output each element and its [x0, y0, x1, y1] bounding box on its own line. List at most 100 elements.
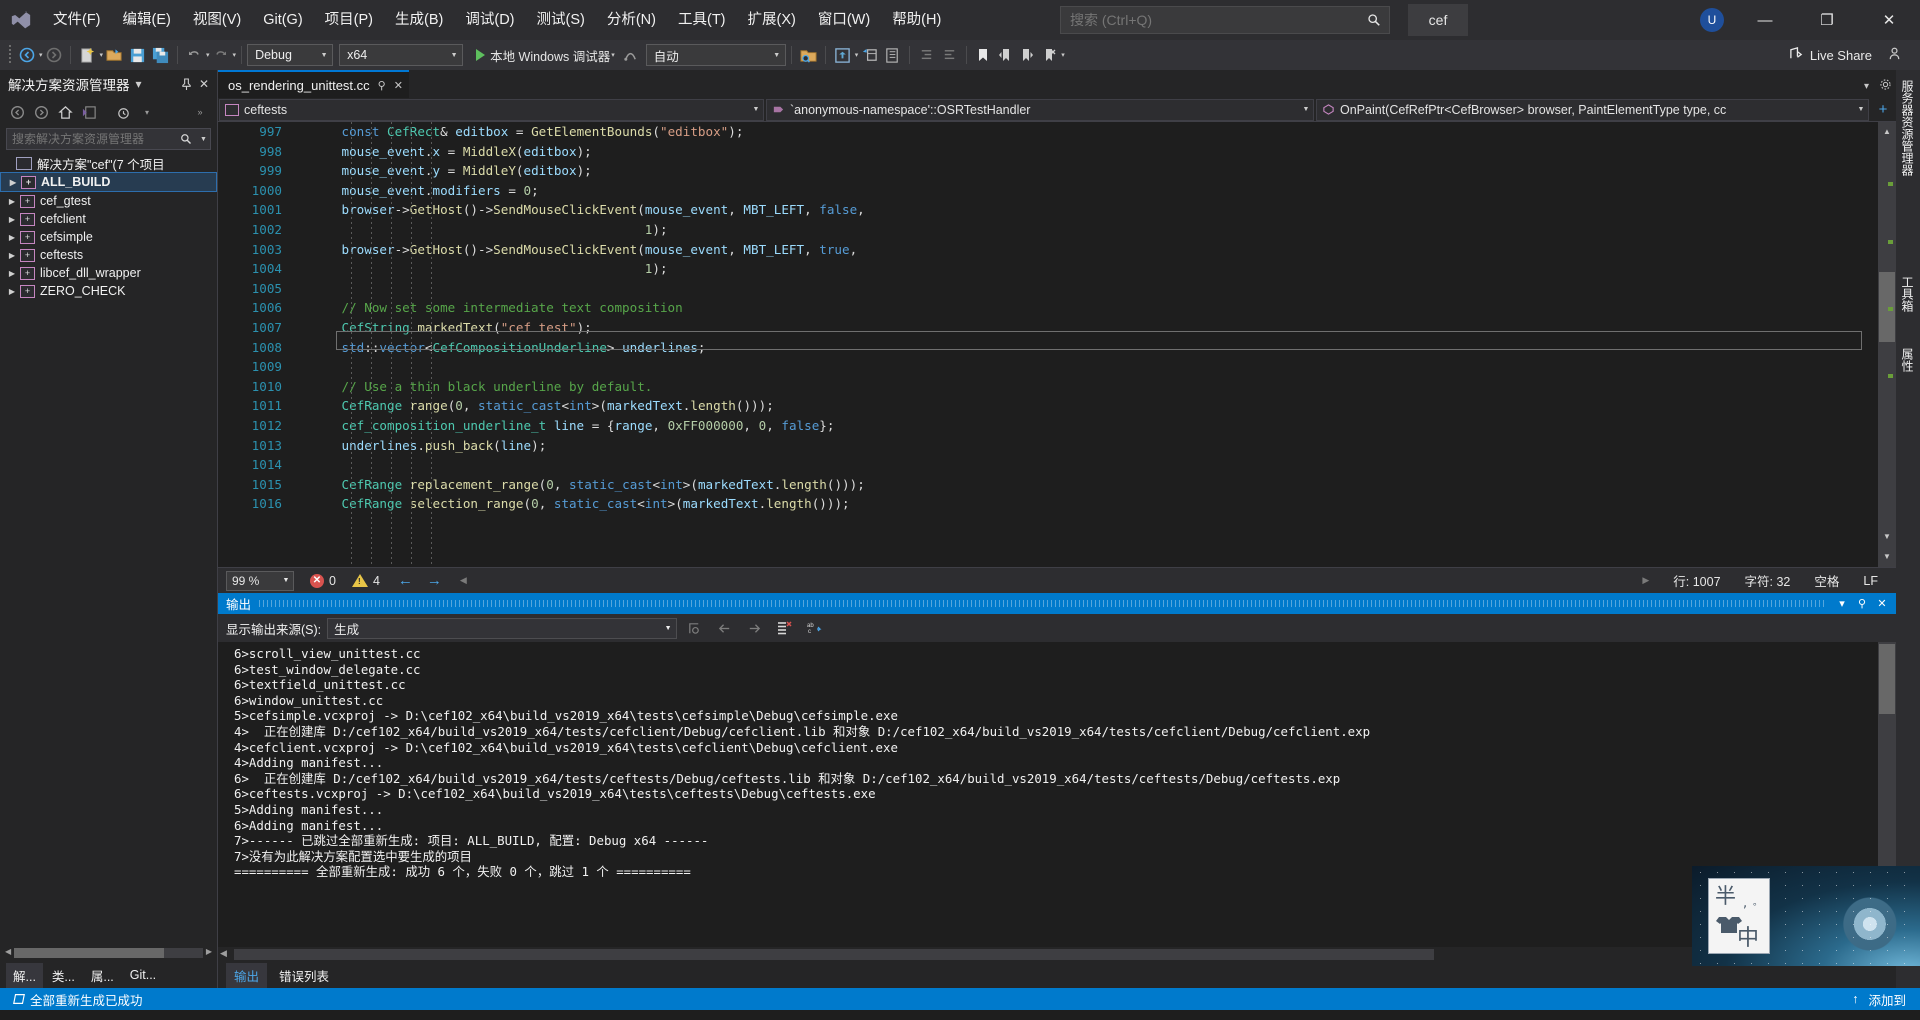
solution-explorer-horizontal-scrollbar[interactable]: ◀ ▶ [4, 946, 213, 960]
tab-solution-explorer[interactable]: 解... [6, 962, 43, 988]
expander-icon[interactable]: ▶ [5, 178, 21, 187]
chevron-down-icon[interactable]: ▾ [130, 74, 148, 94]
solution-explorer-search-box[interactable]: ▼ [6, 128, 211, 150]
menu-analyze[interactable]: 分析(N) [596, 0, 667, 40]
vtab-properties[interactable]: 属性 [1898, 342, 1918, 378]
menu-project[interactable]: 项目(P) [314, 0, 384, 40]
tree-item-libcef-dll-wrapper[interactable]: ▶ + libcef_dll_wrapper [0, 264, 217, 282]
search-input[interactable] [1061, 12, 1359, 28]
go-to-next-message-icon[interactable] [741, 616, 767, 640]
tab-git-changes[interactable]: Git... [123, 965, 163, 985]
add-to-source-control-label[interactable]: 添加到 [1868, 990, 1906, 1009]
scroll-right-icon[interactable]: ▶ [206, 947, 212, 956]
next-issue-button[interactable]: → [427, 572, 442, 589]
configuration-combo[interactable]: Debug ▼ [247, 44, 334, 66]
scrollbar-thumb[interactable] [234, 949, 1434, 960]
search-in-files-icon[interactable] [797, 43, 820, 67]
expander-icon[interactable]: ▶ [4, 233, 20, 242]
show-all-files-icon[interactable] [78, 101, 100, 123]
source-code[interactable]: 997 const CefRect& editbox = GetElementB… [244, 122, 1896, 514]
go-to-previous-message-icon[interactable] [711, 616, 737, 640]
close-button[interactable]: ✕ [1866, 0, 1912, 40]
close-icon[interactable]: ✕ [195, 74, 213, 94]
close-icon[interactable]: ✕ [394, 79, 403, 92]
send-feedback-icon[interactable] [1887, 46, 1902, 64]
save-icon[interactable] [126, 43, 149, 67]
new-project-icon[interactable] [76, 43, 99, 67]
menu-window[interactable]: 窗口(W) [807, 0, 881, 40]
warning-count-indicator[interactable]: 4 [351, 574, 380, 588]
open-file-icon[interactable] [103, 43, 126, 67]
menu-edit[interactable]: 编辑(E) [112, 0, 182, 40]
previous-bookmark-icon[interactable] [994, 43, 1016, 67]
navigate-forward-button[interactable] [43, 43, 65, 67]
expander-icon[interactable]: ▶ [4, 251, 20, 260]
scroll-up-icon[interactable]: ▲ [1880, 124, 1894, 138]
tab-output[interactable]: 输出 [226, 962, 268, 988]
chevron-down-icon[interactable]: ▾ [136, 101, 158, 123]
scroll-left-icon[interactable]: ◀ [5, 947, 11, 956]
tree-item-ceftests[interactable]: ▶ + ceftests [0, 246, 217, 264]
tree-item-cefsimple[interactable]: ▶ + cefsimple [0, 228, 217, 246]
solution-name-chip[interactable]: cef [1408, 4, 1468, 36]
ime-status-window[interactable]: 半 , 。 中 [1708, 878, 1770, 954]
scrollbar-thumb[interactable] [14, 948, 164, 958]
menu-debug[interactable]: 调试(D) [454, 0, 525, 40]
glyph-margin[interactable] [218, 122, 244, 567]
tree-item-cefclient[interactable]: ▶ + cefclient [0, 210, 217, 228]
menu-test[interactable]: 测试(S) [526, 0, 596, 40]
scroll-bottom-icon[interactable]: ▼ [1880, 549, 1894, 563]
redo-icon[interactable] [210, 43, 232, 67]
restore-button[interactable]: ❐ [1804, 0, 1850, 40]
clear-bookmarks-icon[interactable] [1038, 43, 1060, 67]
expander-icon[interactable]: ▶ [4, 197, 20, 206]
zoom-level-combo[interactable]: 99 % ▼ [226, 570, 294, 591]
live-share-button[interactable]: Live Share [1789, 46, 1872, 64]
auto-attach-combo[interactable]: 自动 ▼ [645, 44, 786, 66]
forward-icon[interactable] [30, 101, 52, 123]
start-debugging-button[interactable]: 本地 Windows 调试器 ▾ [471, 43, 620, 67]
status-overflow-right-icon[interactable]: ▶ [1642, 575, 1649, 586]
next-bookmark-icon[interactable] [1016, 43, 1038, 67]
platform-combo[interactable]: x64 ▼ [339, 44, 464, 66]
code-editor[interactable]: 997 const CefRect& editbox = GetElementB… [218, 122, 1896, 567]
properties-window-icon[interactable] [858, 43, 881, 67]
minimize-button[interactable]: — [1742, 0, 1788, 40]
solution-explorer-icon[interactable] [831, 43, 854, 67]
source-control-icon[interactable]: ↑ [1852, 992, 1858, 1006]
menu-git[interactable]: Git(G) [252, 0, 313, 40]
toolbar-overflow-icon[interactable]: » [189, 101, 211, 123]
document-tab-os-rendering-unittest[interactable]: os_rendering_unittest.cc ⚲ ✕ [218, 70, 409, 98]
drag-handle[interactable] [259, 593, 1824, 614]
add-split-view-icon[interactable]: + [1870, 101, 1896, 118]
menu-help[interactable]: 帮助(H) [881, 0, 952, 40]
tree-item-zero-check[interactable]: ▶ + ZERO_CHECK [0, 282, 217, 300]
navbar-project-selector[interactable]: ceftests ▼ [219, 98, 764, 121]
object-browser-icon[interactable] [881, 43, 904, 67]
gear-icon[interactable] [1879, 78, 1892, 94]
tree-item-all-build[interactable]: ▶ + ALL_BUILD [0, 172, 217, 192]
error-count-indicator[interactable]: ✕ 0 [310, 573, 336, 588]
navbar-member-selector[interactable]: OnPaint(CefRefPtr<CefBrowser> browser, P… [1316, 98, 1869, 121]
menu-extensions[interactable]: 扩展(X) [737, 0, 807, 40]
find-message-icon[interactable] [681, 616, 707, 640]
toolbar-overflow-icon[interactable]: ▾ [1061, 51, 1065, 59]
toolbar-grip[interactable] [6, 45, 14, 65]
scrollbar-thumb[interactable] [1879, 644, 1895, 714]
redo-dropdown-icon[interactable]: ▾ [233, 51, 237, 59]
output-horizontal-scrollbar[interactable]: ◀ [218, 947, 1896, 962]
undo-icon[interactable] [183, 43, 205, 67]
back-icon[interactable] [6, 101, 28, 123]
toggle-bookmark-icon[interactable] [972, 43, 994, 67]
output-text-area[interactable]: 6>scroll_view_unittest.cc 6>test_window_… [218, 642, 1896, 947]
scroll-down-icon[interactable]: ▼ [1880, 529, 1894, 543]
chevron-down-icon[interactable]: ▾ [1864, 81, 1869, 92]
pin-icon[interactable]: ⚲ [378, 79, 386, 92]
search-options-dropdown-icon[interactable]: ▼ [197, 136, 210, 143]
chevron-down-icon[interactable]: ▾ [1832, 597, 1852, 610]
menu-file[interactable]: 文件(F) [42, 0, 112, 40]
vtab-toolbox[interactable]: 工具箱 [1898, 270, 1918, 318]
navigate-backward-button[interactable] [16, 43, 38, 67]
navbar-type-selector[interactable]: `anonymous-namespace'::OSRTestHandler ▼ [766, 98, 1314, 121]
global-search-box[interactable] [1060, 6, 1390, 34]
